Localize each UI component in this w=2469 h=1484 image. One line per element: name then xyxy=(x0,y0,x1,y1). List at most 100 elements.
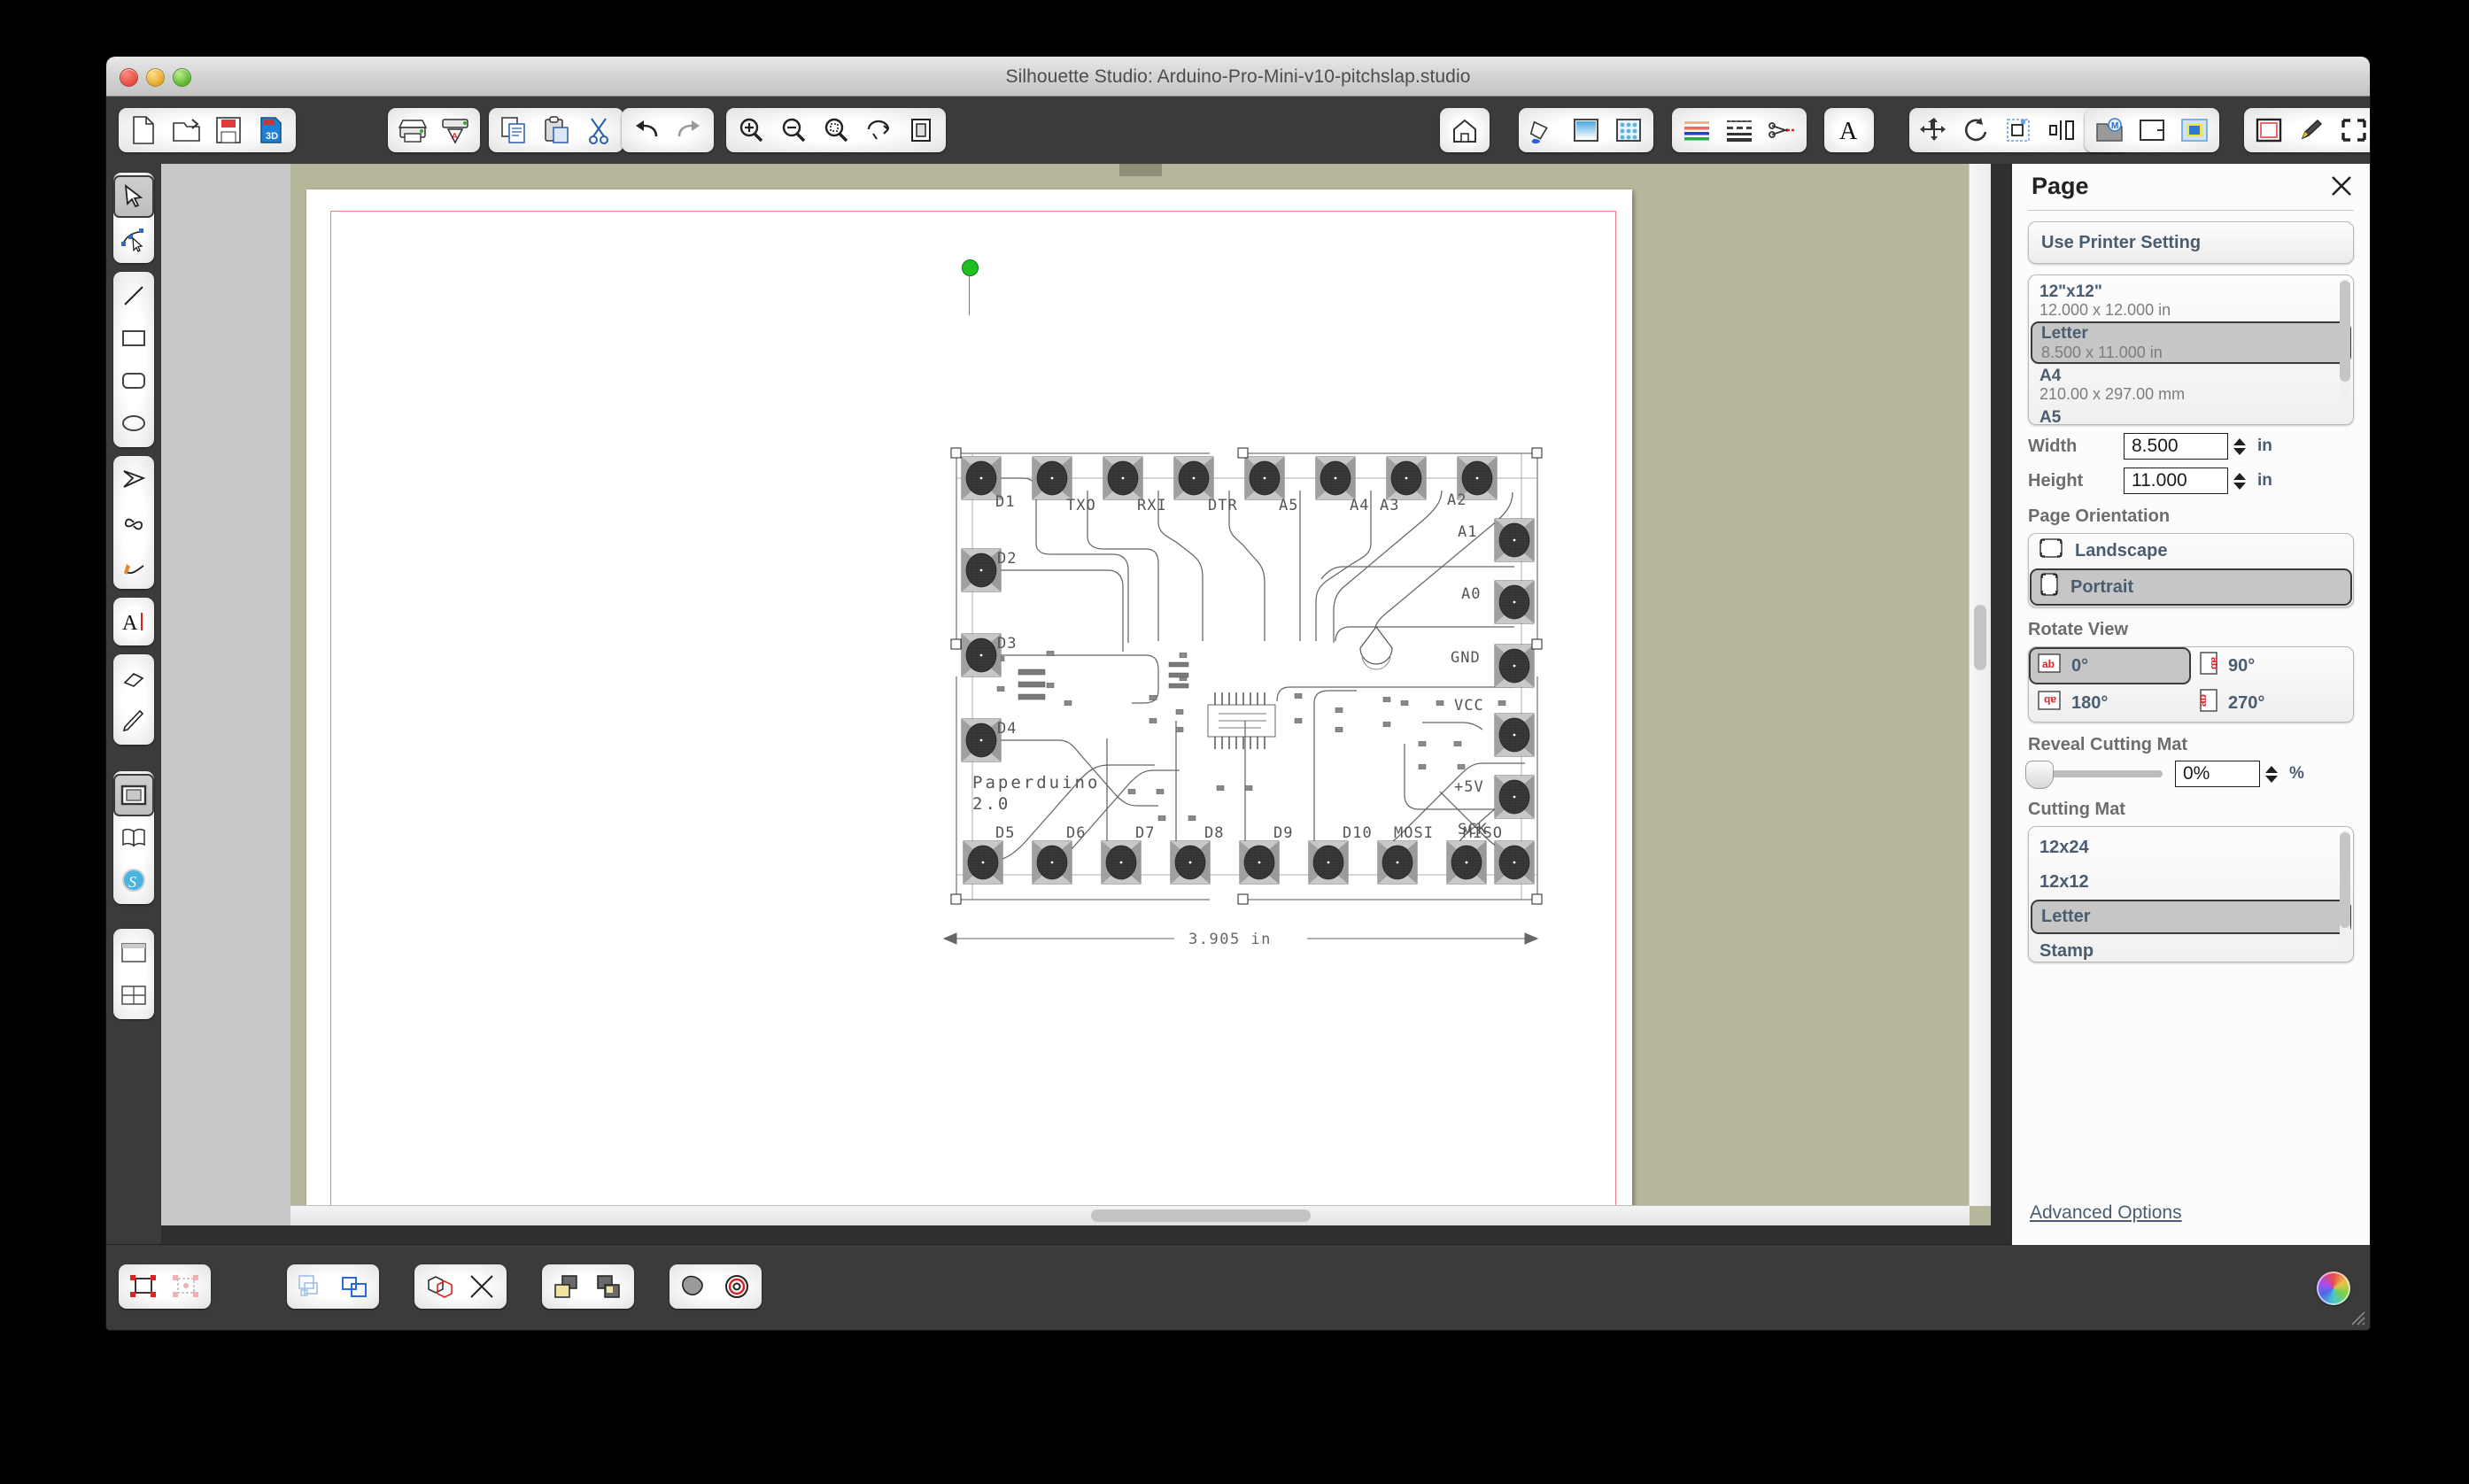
cut-scissors-icon[interactable] xyxy=(577,111,620,150)
rotate-view-option-90[interactable]: ab 90° xyxy=(2191,647,2353,684)
ungroup-icon[interactable] xyxy=(165,1267,207,1306)
fill-color-icon[interactable] xyxy=(1522,111,1565,150)
text-tool-icon[interactable]: A xyxy=(113,600,154,643)
reveal-cutting-mat-stepper[interactable] xyxy=(2265,765,2281,783)
panel-layout-icon[interactable] xyxy=(113,931,154,974)
move-icon[interactable] xyxy=(1913,111,1955,150)
fill-gradient-icon[interactable] xyxy=(1565,111,1607,150)
zoom-selection-icon[interactable] xyxy=(815,111,857,150)
text-style-icon[interactable]: A xyxy=(1828,111,1870,150)
weld-icon[interactable] xyxy=(418,1267,461,1306)
reveal-cutting-mat-slider[interactable] xyxy=(2025,761,2163,789)
curve-tool-icon[interactable] xyxy=(113,501,154,544)
rotate-view-option-270[interactable]: ab 270° xyxy=(2191,684,2353,722)
home-icon[interactable] xyxy=(1443,111,1486,150)
cut-style-icon[interactable] xyxy=(1761,111,1803,150)
scale-icon[interactable] xyxy=(1998,111,2040,150)
zoom-out-icon[interactable] xyxy=(772,111,815,150)
print-icon[interactable] xyxy=(391,111,434,150)
paste-icon[interactable] xyxy=(535,111,577,150)
registration-marks-icon[interactable] xyxy=(2248,111,2290,150)
panel-split-icon[interactable] xyxy=(113,974,154,1016)
media-size-option-a4[interactable]: A4 210.00 x 297.00 mm xyxy=(2029,364,2353,406)
cutting-mat-option-letter[interactable]: Letter xyxy=(2031,900,2351,934)
vertical-scrollbar[interactable] xyxy=(1969,164,1991,1206)
offset-icon[interactable] xyxy=(673,1267,716,1306)
store-icon[interactable] xyxy=(2131,111,2173,150)
page-height-input[interactable]: 11.000 xyxy=(2124,468,2228,494)
color-wheel-button[interactable] xyxy=(2317,1271,2350,1305)
media-size-option-a5[interactable]: A5 148.00 x 210.00 mm xyxy=(2029,406,2353,424)
orientation-option-portrait[interactable]: Portrait xyxy=(2030,568,2352,606)
freehand-tool-icon[interactable] xyxy=(113,544,154,586)
undo-icon[interactable] xyxy=(625,111,668,150)
orientation-option-landscape[interactable]: Landscape xyxy=(2029,534,2353,568)
rounded-rectangle-tool-icon[interactable] xyxy=(113,359,154,402)
cutting-mat-option-12x24[interactable]: 12x24 xyxy=(2029,831,2353,865)
page-height-stepper[interactable] xyxy=(2233,472,2249,490)
media-size-option-12x12[interactable]: 12"x12" 12.000 x 12.000 in xyxy=(2029,280,2353,321)
media-size-scrollbar[interactable] xyxy=(2340,279,2350,421)
zoom-in-icon[interactable] xyxy=(730,111,772,150)
knife-tool-icon[interactable] xyxy=(113,699,154,742)
my-library-icon[interactable]: M xyxy=(2088,111,2131,150)
sketch-pen-icon[interactable] xyxy=(2290,111,2333,150)
copy-icon[interactable] xyxy=(492,111,535,150)
cutting-mat-option-12x12[interactable]: 12x12 xyxy=(2029,865,2353,900)
store-panel-icon[interactable]: S xyxy=(113,859,154,901)
rectangle-tool-icon[interactable] xyxy=(113,317,154,359)
cutting-mat-option-stamp[interactable]: Stamp xyxy=(2029,934,2353,962)
canvas-viewport[interactable]: D1 TXO RXI DTR A5 A4 A3 A2 D2 D3 D4 A1 A… xyxy=(290,164,1991,1225)
group-icon[interactable] xyxy=(122,1267,165,1306)
library-panel-icon[interactable] xyxy=(113,816,154,859)
cutting-mat-scrollbar[interactable] xyxy=(2340,831,2350,958)
align-icon[interactable] xyxy=(2040,111,2083,150)
send-to-back-icon[interactable] xyxy=(588,1267,631,1306)
horizontal-scroll-thumb[interactable] xyxy=(1091,1210,1311,1222)
rotate-icon[interactable] xyxy=(1955,111,1998,150)
new-document-icon[interactable] xyxy=(122,111,165,150)
edit-points-icon[interactable] xyxy=(113,218,154,260)
page-width-input[interactable]: 8.500 xyxy=(2124,433,2228,460)
sd-card-icon[interactable]: 3D xyxy=(250,111,292,150)
line-color-icon[interactable] xyxy=(1676,111,1718,150)
line-style-icon[interactable] xyxy=(1718,111,1761,150)
polygon-tool-icon[interactable] xyxy=(113,459,154,501)
cutting-mat-list[interactable]: 12x24 12x12 Letter Stamp xyxy=(2028,826,2354,962)
rotate-handle[interactable] xyxy=(962,259,979,276)
advanced-options-link[interactable]: Advanced Options xyxy=(2030,1202,2182,1224)
rotate-view-option-180[interactable]: ab 180° xyxy=(2029,684,2191,722)
vertical-scroll-thumb[interactable] xyxy=(1974,605,1986,670)
crop-icon[interactable] xyxy=(2333,111,2370,150)
rotate-view-option-0[interactable]: ab 0° xyxy=(2029,647,2191,684)
media-size-list[interactable]: 12"x12" 12.000 x 12.000 in Letter 8.500 … xyxy=(2028,274,2354,425)
eraser-tool-icon[interactable] xyxy=(113,657,154,699)
media-size-option-letter[interactable]: Letter 8.500 x 11.000 in xyxy=(2031,321,2351,364)
send-to-cutter-icon[interactable]: A xyxy=(434,111,476,150)
zoom-page-icon[interactable] xyxy=(900,111,942,150)
fill-pattern-icon[interactable] xyxy=(1607,111,1650,150)
design-icon[interactable] xyxy=(2173,111,2216,150)
make-compound-path-icon[interactable] xyxy=(290,1267,333,1306)
zoom-fit-icon[interactable] xyxy=(857,111,900,150)
pcb-design-drawing[interactable]: D1 TXO RXI DTR A5 A4 A3 A2 D2 D3 D4 A1 A… xyxy=(926,437,1599,986)
page-width-stepper[interactable] xyxy=(2233,437,2249,455)
detach-icon[interactable] xyxy=(461,1267,503,1306)
toolbar-group-clipboard xyxy=(489,108,623,152)
line-tool-icon[interactable] xyxy=(113,274,154,317)
redo-icon[interactable] xyxy=(668,111,710,150)
bring-to-front-icon[interactable] xyxy=(546,1267,588,1306)
horizontal-scrollbar[interactable] xyxy=(290,1205,1970,1225)
ellipse-tool-icon[interactable] xyxy=(113,402,154,444)
open-folder-icon[interactable] xyxy=(165,111,207,150)
window-resize-grip[interactable] xyxy=(2347,1307,2366,1326)
reveal-cutting-mat-input[interactable]: 0% xyxy=(2175,761,2260,787)
select-arrow-icon[interactable] xyxy=(113,175,154,218)
page-setup-panel-icon[interactable] xyxy=(113,774,154,816)
slider-knob[interactable] xyxy=(2025,761,2054,789)
internal-offset-icon[interactable] xyxy=(716,1267,758,1306)
save-floppy-icon[interactable] xyxy=(207,111,250,150)
close-icon[interactable] xyxy=(2329,174,2354,198)
release-compound-path-icon[interactable] xyxy=(333,1267,375,1306)
use-printer-setting-button[interactable]: Use Printer Setting xyxy=(2028,221,2354,264)
